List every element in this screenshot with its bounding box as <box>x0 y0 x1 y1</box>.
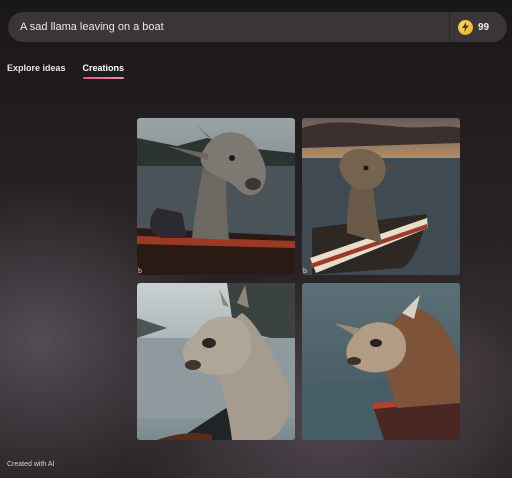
prompt-bar-divider <box>449 12 450 42</box>
image-corner-mark: b <box>138 268 142 275</box>
prompt-bar: 99 <box>8 12 507 42</box>
boosts-counter[interactable]: 99 <box>458 18 489 36</box>
generated-image-4[interactable] <box>302 283 460 440</box>
llama-fluffy-image <box>137 283 295 440</box>
image-corner-mark: b <box>303 268 307 275</box>
llama-boat-image <box>137 118 295 275</box>
created-with-ai-label: Created with AI <box>7 461 55 468</box>
tab-explore-ideas[interactable]: Explore ideas <box>7 63 66 79</box>
boosts-count: 99 <box>478 21 490 33</box>
generated-image-2[interactable]: b <box>302 118 460 275</box>
tab-creations[interactable]: Creations <box>82 63 124 79</box>
tab-bar: Explore ideas Creations <box>7 63 124 79</box>
lightning-bolt-icon <box>458 19 473 35</box>
generated-image-1[interactable]: b <box>137 118 295 275</box>
llama-brown-image <box>302 283 460 440</box>
llama-sunset-image <box>302 118 460 275</box>
prompt-input[interactable] <box>8 12 448 42</box>
generated-image-3[interactable] <box>137 283 295 440</box>
